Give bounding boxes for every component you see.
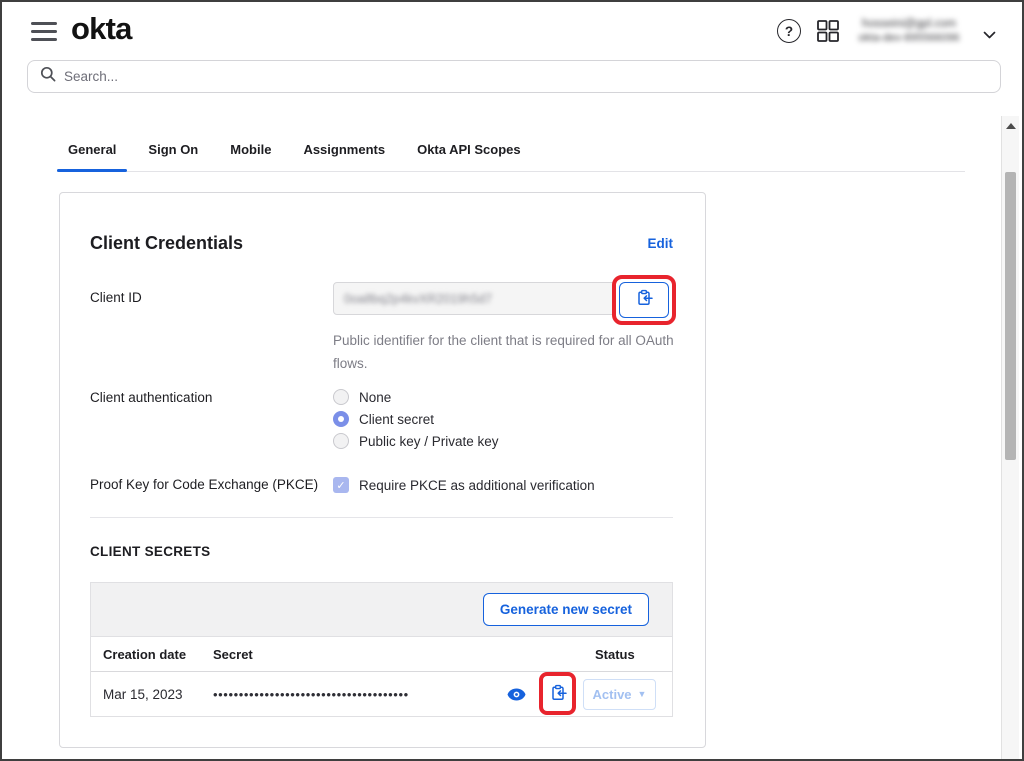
client-id-value-blurred: 0oa8bq2p4kvXR2019h5d7 bbox=[344, 292, 492, 306]
masked-secret-value: •••••••••••••••••••••••••••••••••••••• bbox=[213, 687, 409, 702]
radio-option-public-private-key[interactable]: Public key / Private key bbox=[333, 433, 673, 449]
account-email: hosseini@gpl.com bbox=[848, 17, 970, 31]
tab-general[interactable]: General bbox=[57, 133, 127, 171]
column-header-secret: Secret bbox=[213, 647, 583, 662]
client-id-field: 0oa8bq2p4kvXR2019h5d7 bbox=[333, 282, 616, 315]
client-id-label: Client ID bbox=[90, 282, 333, 375]
client-auth-label: Client authentication bbox=[90, 389, 333, 455]
client-secrets-table: Generate new secret Creation date Secret… bbox=[90, 582, 673, 717]
radio-icon[interactable] bbox=[333, 433, 349, 449]
table-row: Mar 15, 2023 •••••••••••••••••••••••••••… bbox=[91, 672, 672, 716]
okta-admin-window: okta ? hosseini@gpl.com okta-dev-8955660… bbox=[0, 0, 1024, 761]
pkce-label: Proof Key for Code Exchange (PKCE) bbox=[90, 477, 333, 492]
help-icon[interactable]: ? bbox=[777, 19, 801, 43]
card-title: Client Credentials bbox=[90, 233, 243, 254]
search-input[interactable]: Search... bbox=[27, 60, 1001, 93]
client-id-help-text: Public identifier for the client that is… bbox=[333, 329, 678, 375]
radio-selected-icon[interactable] bbox=[333, 411, 349, 427]
generate-new-secret-button[interactable]: Generate new secret bbox=[483, 593, 649, 626]
tab-sign-on[interactable]: Sign On bbox=[137, 133, 209, 171]
apps-grid-icon[interactable] bbox=[816, 19, 840, 43]
pkce-checkbox-row[interactable]: ✓ Require PKCE as additional verificatio… bbox=[333, 477, 673, 493]
copy-to-clipboard-icon bbox=[636, 289, 653, 311]
radio-option-client-secret[interactable]: Client secret bbox=[333, 411, 673, 427]
chevron-down-icon[interactable] bbox=[983, 27, 996, 45]
tab-mobile[interactable]: Mobile bbox=[219, 133, 282, 171]
section-divider bbox=[90, 517, 673, 518]
dropdown-caret-icon: ▼ bbox=[638, 689, 647, 699]
checkbox-checked-icon[interactable]: ✓ bbox=[333, 477, 349, 493]
radio-icon[interactable] bbox=[333, 389, 349, 405]
copy-client-id-button[interactable] bbox=[619, 282, 669, 318]
secret-creation-date: Mar 15, 2023 bbox=[91, 687, 213, 702]
hamburger-menu-icon[interactable] bbox=[31, 22, 57, 41]
client-credentials-card: Client Credentials Edit Client ID 0oa8bq… bbox=[59, 192, 706, 748]
tab-okta-api-scopes[interactable]: Okta API Scopes bbox=[406, 133, 532, 171]
copy-secret-icon[interactable] bbox=[550, 684, 567, 704]
client-secrets-heading: CLIENT SECRETS bbox=[90, 544, 673, 559]
column-header-status: Status bbox=[583, 647, 672, 662]
edit-link[interactable]: Edit bbox=[648, 236, 674, 251]
account-info-blurred[interactable]: hosseini@gpl.com okta-dev-895566096 bbox=[848, 17, 970, 45]
column-header-creation-date: Creation date bbox=[91, 647, 213, 662]
scroll-up-arrow-icon[interactable] bbox=[1006, 123, 1016, 129]
okta-logo: okta bbox=[71, 11, 132, 47]
status-dropdown-button[interactable]: Active ▼ bbox=[583, 679, 656, 710]
account-org: okta-dev-895566096 bbox=[848, 31, 970, 45]
search-icon bbox=[40, 66, 56, 87]
tab-assignments[interactable]: Assignments bbox=[292, 133, 396, 171]
vertical-scrollbar[interactable] bbox=[1001, 116, 1019, 759]
radio-option-none[interactable]: None bbox=[333, 389, 673, 405]
search-placeholder: Search... bbox=[64, 69, 118, 84]
scrollbar-thumb[interactable] bbox=[1005, 172, 1016, 460]
app-tabs: General Sign On Mobile Assignments Okta … bbox=[57, 133, 965, 172]
reveal-secret-eye-icon[interactable] bbox=[507, 688, 526, 701]
